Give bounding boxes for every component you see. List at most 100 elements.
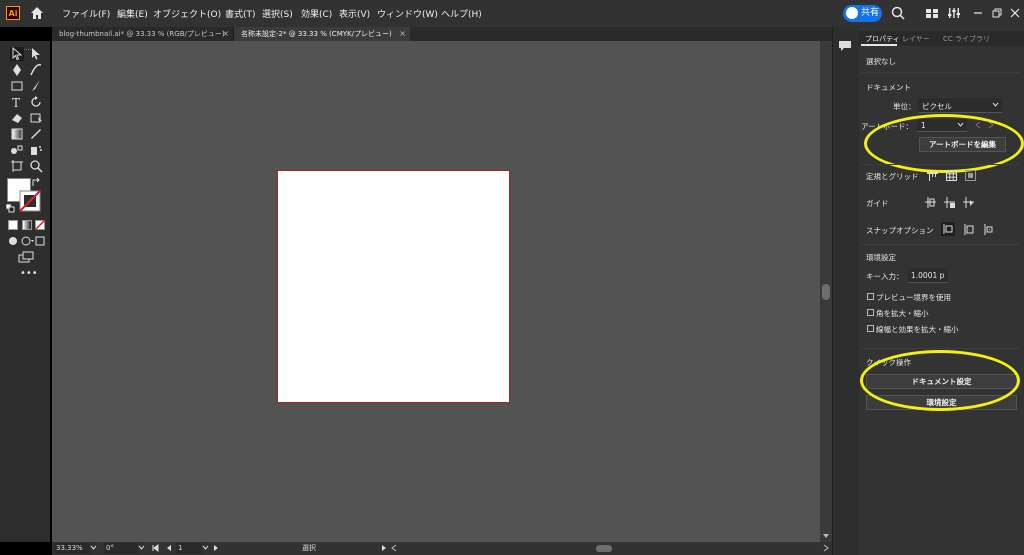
- comments-icon[interactable]: [838, 40, 852, 52]
- rectangle-tool-icon[interactable]: [10, 79, 24, 93]
- minimize-icon[interactable]: [970, 5, 986, 21]
- menu-window[interactable]: ウィンドウ(W): [377, 7, 438, 20]
- tab-untitled-2[interactable]: 名称未設定-2* @ 33.33 % (CMYK/プレビュー) ×: [234, 27, 410, 41]
- scale-corners-checkbox[interactable]: [867, 309, 874, 316]
- more-tools-icon[interactable]: •••: [20, 269, 38, 279]
- menu-edit[interactable]: 編集(E): [117, 7, 148, 20]
- pixel-grid-icon[interactable]: [965, 170, 976, 181]
- preferences-section-title: 環境設定: [866, 253, 896, 262]
- symbol-sprayer-tool-icon[interactable]: [29, 143, 43, 157]
- menu-object[interactable]: オブジェクト(O): [153, 7, 221, 20]
- share-button[interactable]: 共有: [843, 5, 882, 22]
- smart-guides-icon[interactable]: [963, 197, 974, 208]
- eyedropper-tool-icon[interactable]: [29, 127, 43, 141]
- workspace-switcher-icon[interactable]: [924, 5, 940, 21]
- tab-layers[interactable]: レイヤー: [902, 34, 930, 44]
- selection-tool-icon[interactable]: [10, 47, 24, 61]
- key-input-field[interactable]: 1.0001 p: [908, 268, 948, 283]
- settings-icon[interactable]: [946, 5, 962, 21]
- pen-tool-icon[interactable]: [10, 63, 24, 77]
- artboard-tool-icon[interactable]: [10, 159, 24, 173]
- status-bar: 33.33% 0° 1 選択: [52, 542, 832, 555]
- menu-view[interactable]: 表示(V): [339, 7, 370, 20]
- scale-strokes-effects-label: 線幅と効果を拡大・縮小: [876, 325, 959, 334]
- screen-mode-icon[interactable]: [18, 251, 34, 263]
- artboard-dropdown-icon[interactable]: [202, 545, 209, 551]
- tab-properties[interactable]: プロパティ: [865, 34, 900, 44]
- snap-to-glyph-icon[interactable]: [963, 224, 974, 235]
- zoom-field[interactable]: 33.33%: [54, 543, 90, 554]
- selection-status: 選択なし: [866, 57, 896, 66]
- home-icon[interactable]: [29, 5, 45, 21]
- user-avatar-icon: [846, 7, 858, 19]
- previous-artboard-icon[interactable]: [165, 544, 173, 552]
- tab-label: blog-thumbnail.ai* @ 33.33 % (RGB/プレビュー): [59, 30, 225, 38]
- menu-help[interactable]: ヘルプ(H): [441, 7, 482, 20]
- document-tab-bar: blog-thumbnail.ai* @ 33.33 % (RGB/プレビュー)…: [52, 27, 833, 41]
- close-icon[interactable]: [1007, 5, 1023, 21]
- zoom-dropdown-icon[interactable]: [90, 545, 97, 551]
- blend-tool-icon[interactable]: [10, 143, 24, 157]
- next-artboard-icon[interactable]: [212, 544, 220, 552]
- guides-label: ガイド: [866, 199, 889, 208]
- draw-mode-menu-icon[interactable]: [21, 236, 35, 246]
- menu-effect[interactable]: 効果(C): [301, 7, 332, 20]
- tab-blog-thumbnail[interactable]: blog-thumbnail.ai* @ 33.33 % (RGB/プレビュー)…: [52, 27, 234, 41]
- curvature-tool-icon[interactable]: [29, 63, 43, 77]
- default-fill-stroke-icon[interactable]: [6, 204, 15, 213]
- close-tab-icon[interactable]: ×: [399, 27, 406, 41]
- vertical-scroll-thumb[interactable]: [822, 284, 830, 300]
- artboard-navigator-field[interactable]: 1: [176, 543, 202, 554]
- menu-select[interactable]: 選択(S): [262, 7, 293, 20]
- grid-icon[interactable]: [946, 170, 957, 181]
- key-input-value: 1.0001 p: [911, 271, 945, 280]
- draw-inside-icon[interactable]: [35, 236, 45, 246]
- swap-fill-stroke-icon[interactable]: [31, 178, 41, 188]
- active-tab-indicator: [861, 44, 897, 46]
- scale-corners-label: 角を拡大・縮小: [876, 309, 929, 318]
- rotate-tool-icon[interactable]: [29, 95, 43, 109]
- rotation-dropdown-icon[interactable]: [138, 545, 145, 551]
- stroke-swatch[interactable]: [19, 190, 41, 212]
- snap-to-point-button[interactable]: [941, 222, 955, 236]
- key-input-label: キー入力：: [866, 272, 904, 281]
- horizontal-scroll-thumb[interactable]: [596, 545, 612, 552]
- rotation-field[interactable]: 0°: [104, 543, 138, 554]
- snap-options-label: スナップオプション: [866, 226, 934, 235]
- first-artboard-icon[interactable]: [152, 544, 160, 552]
- eraser-tool-icon[interactable]: [10, 111, 24, 125]
- free-transform-tool-icon[interactable]: [29, 111, 43, 125]
- gradient-tool-icon[interactable]: [10, 127, 24, 141]
- scroll-down-arrow-icon[interactable]: [822, 533, 830, 539]
- current-tool-label: 選択: [302, 544, 316, 552]
- scroll-right-arrow-icon[interactable]: [822, 544, 830, 552]
- search-icon[interactable]: [890, 5, 906, 21]
- close-tab-icon[interactable]: ×: [222, 27, 229, 41]
- panel-icon-strip: [832, 27, 859, 555]
- type-tool-icon[interactable]: T: [10, 95, 24, 109]
- units-dropdown[interactable]: ピクセル: [918, 98, 1002, 113]
- status-menu-arrow-icon[interactable]: [380, 544, 388, 552]
- color-mode-icon[interactable]: [8, 220, 18, 230]
- snap-to-pixel-icon[interactable]: [983, 224, 994, 235]
- snap-to-point-icon: [943, 224, 953, 234]
- paintbrush-tool-icon[interactable]: [29, 79, 43, 93]
- divider: [861, 72, 1021, 73]
- zoom-tool-icon[interactable]: [29, 159, 43, 173]
- draw-normal-icon[interactable]: [8, 236, 18, 246]
- artboard[interactable]: [277, 170, 510, 403]
- menu-type[interactable]: 書式(T): [225, 7, 256, 20]
- none-mode-icon[interactable]: [35, 220, 45, 230]
- gradient-mode-icon[interactable]: [22, 220, 32, 230]
- restore-icon[interactable]: [989, 5, 1005, 21]
- ruler-icon[interactable]: [927, 170, 938, 181]
- lock-guides-icon[interactable]: [944, 197, 955, 208]
- scroll-left-arrow-icon[interactable]: [390, 544, 398, 552]
- scale-strokes-effects-checkbox[interactable]: [867, 325, 874, 332]
- highlight-circle: [860, 350, 1020, 411]
- tab-cc-libraries[interactable]: CC ライブラリ: [943, 34, 990, 44]
- menu-file[interactable]: ファイル(F): [62, 7, 110, 20]
- use-preview-bounds-checkbox[interactable]: [867, 293, 874, 300]
- direct-selection-tool-icon[interactable]: [29, 47, 43, 61]
- show-guides-icon[interactable]: [925, 197, 936, 208]
